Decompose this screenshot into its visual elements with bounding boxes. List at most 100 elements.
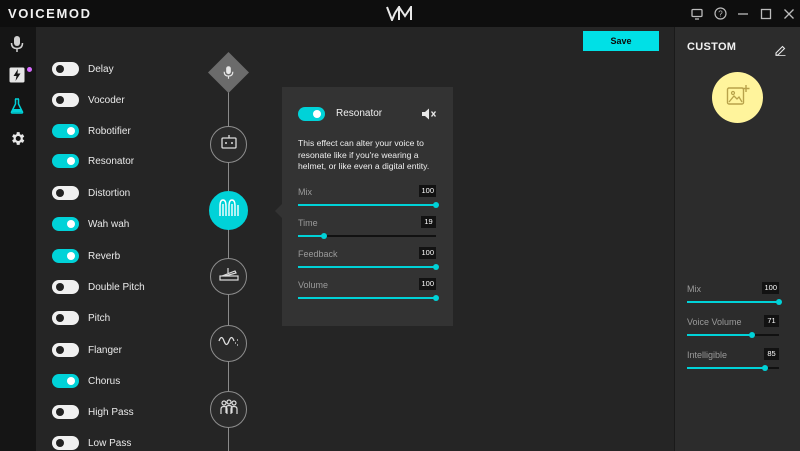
settings-gear-icon[interactable] xyxy=(6,127,28,149)
slider-thumb[interactable] xyxy=(749,332,756,338)
slider-label: Volume xyxy=(298,280,329,290)
help-icon[interactable]: ? xyxy=(710,4,730,24)
effect-toggle[interactable] xyxy=(52,280,79,294)
effect-toggle[interactable] xyxy=(52,343,79,357)
slider-thumb[interactable] xyxy=(321,233,328,239)
effect-label: Chorus xyxy=(88,375,121,387)
effect-toggle[interactable] xyxy=(52,217,79,231)
slider-label: Intelligible xyxy=(687,350,728,360)
maximize-icon[interactable] xyxy=(756,4,776,24)
effect-label: Resonator xyxy=(88,155,135,167)
voicelab-main: Delay Vocoder Robotifier Resonator Distortio… xyxy=(36,27,674,451)
microphone-icon xyxy=(219,63,238,82)
voicelab-flask-icon[interactable] xyxy=(6,95,28,117)
custom-voice-panel: CUSTOM Mix 100 Voice Volume 71 Intelligible 8… xyxy=(674,27,800,451)
slider-track[interactable] xyxy=(298,264,439,270)
soundboard-lightning-icon[interactable] xyxy=(6,64,28,86)
slider-fill xyxy=(687,367,766,369)
effect-toggle[interactable] xyxy=(52,186,79,200)
effect-row-distortion[interactable]: Distortion xyxy=(52,183,130,203)
effect-toggle[interactable] xyxy=(52,374,79,388)
voice-avatar[interactable] xyxy=(712,72,763,123)
wah-pedal-icon xyxy=(218,267,239,286)
effect-toggle[interactable] xyxy=(52,405,79,419)
effect-row-flanger[interactable]: Flanger xyxy=(52,340,122,360)
effect-row-double-pitch[interactable]: Double Pitch xyxy=(52,277,145,297)
effect-row-robotifier[interactable]: Robotifier xyxy=(52,121,131,141)
notification-dot xyxy=(27,67,32,72)
popover-description: This effect can alter your voice to reso… xyxy=(298,138,430,171)
effect-label: Low Pass xyxy=(88,437,132,449)
robot-icon xyxy=(220,135,238,154)
effect-row-high-pass[interactable]: High Pass xyxy=(52,402,134,422)
title-bar: VOICEMOD ? xyxy=(0,0,800,27)
effect-row-chorus[interactable]: Chorus xyxy=(52,371,120,391)
effect-label: Pitch xyxy=(88,312,111,324)
chain-node-robotifier[interactable] xyxy=(210,126,247,163)
vm-logo-icon xyxy=(386,3,412,23)
effect-toggle[interactable] xyxy=(52,62,79,76)
effect-toggle[interactable] xyxy=(52,154,79,168)
chain-node-wah-wah[interactable] xyxy=(210,258,247,295)
resonator-toggle[interactable] xyxy=(298,107,325,121)
effect-label: Reverb xyxy=(88,250,121,262)
svg-text:?: ? xyxy=(718,10,723,19)
effect-toggle[interactable] xyxy=(52,93,79,107)
speaker-mute-icon[interactable] xyxy=(421,107,437,121)
slider-track[interactable] xyxy=(298,295,439,301)
slider-label: Mix xyxy=(687,284,701,294)
chain-node-chorus[interactable] xyxy=(210,391,247,428)
effect-row-reverb[interactable]: Reverb xyxy=(52,246,120,266)
popover-slider-mix[interactable]: Mix 100 xyxy=(298,185,439,209)
slider-track[interactable] xyxy=(298,233,436,239)
microphone-icon[interactable] xyxy=(6,33,28,55)
slider-track[interactable] xyxy=(687,332,779,338)
panel-slider-mix[interactable]: Mix 100 xyxy=(687,282,782,306)
effect-label: High Pass xyxy=(88,406,134,418)
chain-node-resonator[interactable] xyxy=(209,191,248,230)
popover-slider-feedback[interactable]: Feedback 100 xyxy=(298,247,439,271)
slider-thumb[interactable] xyxy=(433,264,439,270)
screen-icon[interactable] xyxy=(687,4,707,24)
slider-fill xyxy=(298,266,436,268)
close-icon[interactable] xyxy=(779,4,799,24)
effect-label: Vocoder xyxy=(88,94,125,106)
edit-pencil-icon[interactable] xyxy=(775,43,786,56)
effect-toggle[interactable] xyxy=(52,124,79,138)
panel-slider-intelligible[interactable]: Intelligible 85 xyxy=(687,348,779,372)
effect-label: Double Pitch xyxy=(88,281,145,293)
slider-value: 85 xyxy=(764,348,779,360)
effect-toggle[interactable] xyxy=(52,249,79,263)
slider-track[interactable] xyxy=(687,299,782,305)
effect-row-low-pass[interactable]: Low Pass xyxy=(52,433,131,451)
slider-value: 71 xyxy=(764,315,779,327)
slider-thumb[interactable] xyxy=(433,202,439,208)
panel-title: CUSTOM xyxy=(687,41,737,53)
slider-thumb[interactable] xyxy=(776,299,782,305)
slider-track[interactable] xyxy=(298,202,439,208)
effect-label: Delay xyxy=(88,63,114,75)
effect-row-vocoder[interactable]: Vocoder xyxy=(52,90,125,110)
slider-label: Mix xyxy=(298,187,312,197)
effect-label: Flanger xyxy=(88,344,122,356)
slider-value: 100 xyxy=(419,185,436,197)
minimize-icon[interactable] xyxy=(733,4,753,24)
effect-row-delay[interactable]: Delay xyxy=(52,59,114,79)
panel-slider-voice-volume[interactable]: Voice Volume 71 xyxy=(687,315,779,339)
chorus-people-icon xyxy=(219,399,239,420)
effect-row-pitch[interactable]: Pitch xyxy=(52,308,110,328)
slider-value: 19 xyxy=(421,216,436,228)
slider-thumb[interactable] xyxy=(762,365,769,371)
effect-row-resonator[interactable]: Resonator xyxy=(52,151,134,171)
effect-toggle[interactable] xyxy=(52,311,79,325)
chain-node-reverb[interactable] xyxy=(210,325,247,362)
slider-thumb[interactable] xyxy=(433,295,439,301)
save-button[interactable]: Save xyxy=(583,31,659,51)
slider-track[interactable] xyxy=(687,365,779,371)
popover-slider-volume[interactable]: Volume 100 xyxy=(298,278,439,302)
popover-slider-time[interactable]: Time 19 xyxy=(298,216,436,240)
slider-value: 100 xyxy=(419,278,436,290)
effect-row-wah-wah[interactable]: Wah wah xyxy=(52,214,129,234)
effect-toggle[interactable] xyxy=(52,436,79,450)
left-nav-rail xyxy=(0,27,36,451)
